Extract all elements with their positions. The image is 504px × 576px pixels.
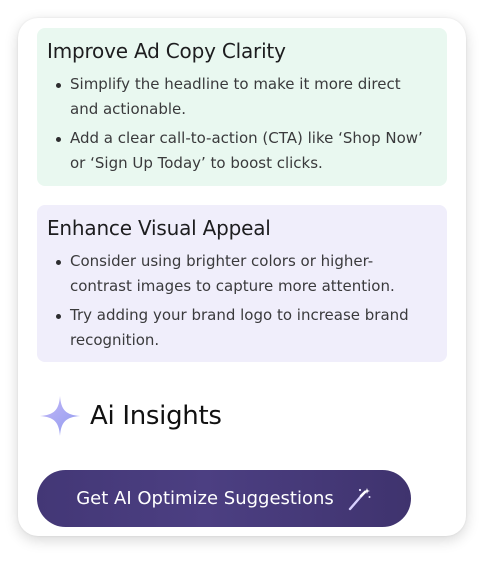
tip-bullet: Consider using brighter colors or higher… bbox=[56, 249, 437, 299]
tip-title: Enhance Visual Appeal bbox=[47, 216, 271, 240]
tip-bullet-list: Simplify the headline to make it more di… bbox=[47, 72, 437, 176]
cta-label: Get AI Optimize Suggestions bbox=[76, 488, 334, 509]
ai-insights-card: Improve Ad Copy Clarity Simplify the hea… bbox=[18, 18, 466, 536]
tip-card-visual-appeal: Enhance Visual Appeal Consider using bri… bbox=[37, 205, 447, 362]
ai-insights-heading: Ai Insights bbox=[38, 394, 222, 438]
ai-insights-title: Ai Insights bbox=[90, 401, 222, 431]
get-ai-optimize-suggestions-button[interactable]: Get AI Optimize Suggestions bbox=[37, 470, 411, 527]
tip-bullet: Add a clear call-to-action (CTA) like ‘S… bbox=[56, 126, 437, 176]
tip-bullet: Simplify the headline to make it more di… bbox=[56, 72, 437, 122]
tip-card-ad-copy: Improve Ad Copy Clarity Simplify the hea… bbox=[37, 28, 447, 186]
tip-bullet-list: Consider using brighter colors or higher… bbox=[47, 249, 437, 353]
sparkle-icon bbox=[40, 396, 80, 436]
tip-title: Improve Ad Copy Clarity bbox=[47, 39, 286, 63]
magic-wand-icon bbox=[348, 487, 371, 510]
tip-bullet: Try adding your brand logo to increase b… bbox=[56, 303, 437, 353]
